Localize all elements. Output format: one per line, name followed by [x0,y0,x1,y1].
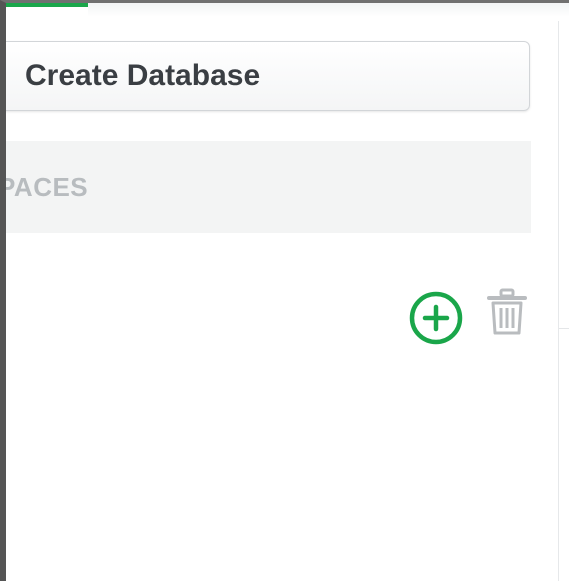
detail-panel [559,328,569,581]
top-header-strip [88,3,569,17]
app-window: Create Database PACES [0,0,569,581]
plus-circle-icon [408,290,464,346]
top-accent-bar [6,3,88,7]
section-header: PACES [6,141,531,233]
section-header-label: PACES [6,171,89,202]
create-database-button[interactable]: Create Database [6,41,530,111]
trash-icon [484,287,530,337]
delete-button[interactable] [484,287,530,337]
add-button[interactable] [408,290,464,346]
create-database-label: Create Database [25,59,261,92]
